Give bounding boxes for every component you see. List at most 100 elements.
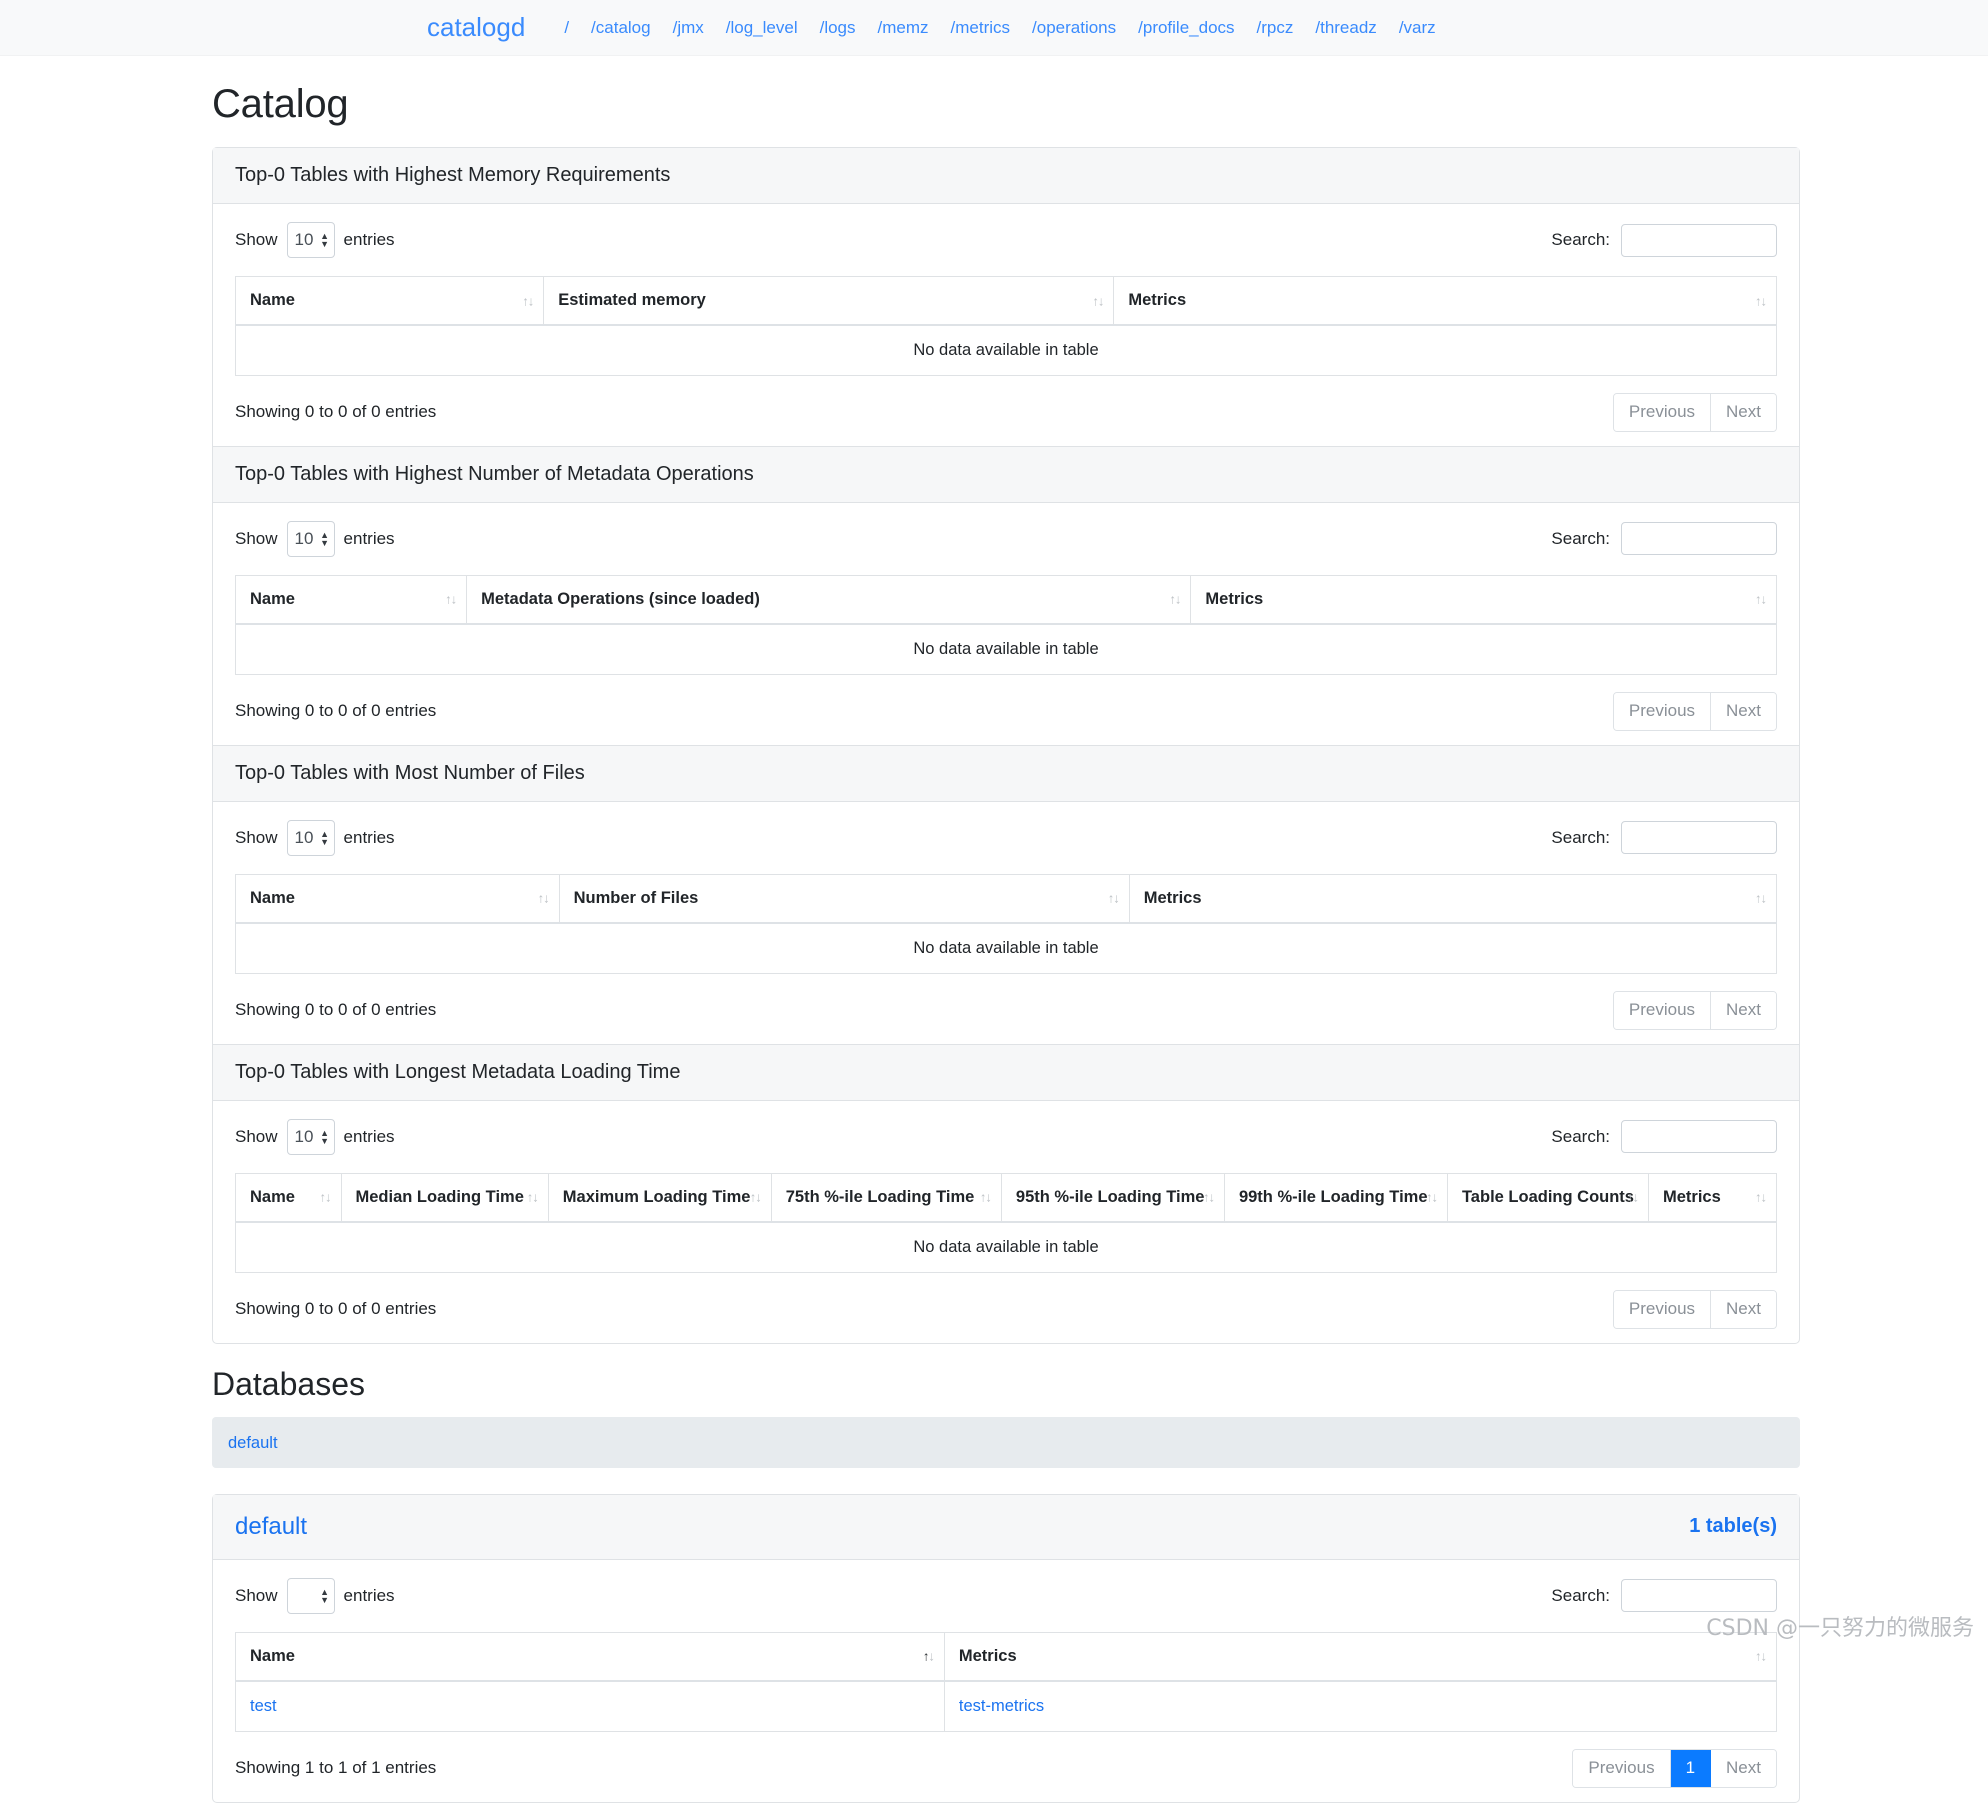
column-header[interactable]: Maximum Loading Time ↑↓ — [548, 1173, 772, 1223]
page-length-select[interactable]: 10 ▲ ▼ — [286, 819, 335, 856]
column-header-label: Name — [250, 589, 295, 608]
card-title: Top-0 Tables with Longest Metadata Loadi… — [235, 1060, 681, 1083]
column-header[interactable]: Table Loading Counts ↑↓ — [1447, 1173, 1649, 1223]
column-header[interactable]: Metrics ↑↓ — [1113, 276, 1777, 326]
search-label: Search: — [1551, 1120, 1777, 1154]
nav-link-memz[interactable]: /memz — [867, 18, 940, 38]
search-label-text: Search: — [1551, 528, 1610, 548]
page-length-value: 10 — [294, 230, 314, 249]
datatable-info: Showing 0 to 0 of 0 entries — [235, 402, 437, 422]
search-input[interactable] — [1621, 223, 1777, 257]
column-header[interactable]: Metrics ↑↓ — [944, 1632, 1777, 1682]
sort-icon[interactable]: ↑↓ — [1203, 1190, 1215, 1205]
sort-icon[interactable]: ↑↓ — [1627, 1190, 1639, 1205]
page-length-value: 10 — [294, 827, 314, 847]
sort-icon[interactable]: ↑↓ — [527, 1190, 539, 1205]
nav-link-operations[interactable]: /operations — [1021, 18, 1127, 38]
table-empty-row: No data available in table — [235, 623, 1777, 675]
sort-icon[interactable]: ↑↓ — [1092, 293, 1104, 308]
search-label-text: Search: — [1551, 1126, 1610, 1146]
column-header[interactable]: 95th %-ile Loading Time ↑↓ — [1001, 1173, 1225, 1223]
column-header[interactable]: Name ↑↓ — [235, 575, 468, 625]
sort-icon[interactable]: ↑↓ — [1426, 1190, 1438, 1205]
pagination-previous[interactable]: Previous — [1613, 394, 1712, 431]
column-header[interactable]: Name ↑↓ — [235, 874, 560, 924]
column-header[interactable]: Metadata Operations (since loaded) ↑↓ — [466, 575, 1192, 625]
pagination-page[interactable]: 1 — [1670, 1749, 1712, 1787]
column-header[interactable]: Metrics ↑↓ — [1190, 575, 1777, 625]
nav-link-catalog[interactable]: /catalog — [580, 18, 662, 38]
nav-link-rpcz[interactable]: /rpcz — [1246, 18, 1305, 38]
sort-icon[interactable]: ↑↓ — [522, 293, 534, 308]
column-header[interactable]: 75th %-ile Loading Time ↑↓ — [771, 1173, 1002, 1223]
sort-icon[interactable]: ↑↓ — [923, 1649, 935, 1664]
search-input[interactable] — [1621, 522, 1777, 556]
sort-icon[interactable]: ↑↓ — [1755, 293, 1767, 308]
page-length-select[interactable]: 10 ▲ ▼ — [286, 1118, 335, 1155]
datatable-info: Showing 1 to 1 of 1 entries — [235, 1758, 437, 1778]
pagination-next[interactable]: Next — [1711, 1749, 1776, 1787]
nav-link-metrics[interactable]: /metrics — [940, 18, 1022, 38]
page-length-select[interactable]: ▲ ▼ — [286, 1577, 335, 1614]
pagination-previous[interactable]: Previous — [1573, 1749, 1671, 1787]
table-count-link[interactable]: 1 table(s) — [1689, 1515, 1777, 1538]
nav-link-threadz[interactable]: /threadz — [1304, 18, 1387, 38]
pagination-next[interactable]: Next — [1711, 1290, 1776, 1328]
entries-label: entries — [343, 528, 395, 548]
nav-link-profile_docs[interactable]: /profile_docs — [1127, 18, 1245, 38]
sort-icon[interactable]: ↑↓ — [320, 1190, 332, 1205]
nav-link-varz[interactable]: /varz — [1388, 18, 1447, 38]
database-name-link[interactable]: default — [235, 1513, 307, 1541]
column-header[interactable]: Number of Files ↑↓ — [559, 874, 1130, 924]
page-length-select[interactable]: 10 ▲ ▼ — [286, 520, 335, 557]
database-link[interactable]: default — [228, 1434, 278, 1452]
column-header[interactable]: 99th %-ile Loading Time ↑↓ — [1224, 1173, 1448, 1223]
column-header[interactable]: Estimated memory ↑↓ — [543, 276, 1115, 326]
column-header[interactable]: Metrics ↑↓ — [1129, 874, 1777, 924]
sort-icon[interactable]: ↑↓ — [750, 1190, 762, 1205]
pagination: Previous Next — [1612, 393, 1777, 432]
sort-icon[interactable]: ↑↓ — [980, 1190, 992, 1205]
sort-icon[interactable]: ↑↓ — [1755, 1190, 1767, 1205]
nav-link-log_level[interactable]: /log_level — [715, 18, 809, 38]
sort-icon[interactable]: ↑↓ — [1755, 1649, 1767, 1664]
search-input[interactable] — [1621, 821, 1777, 855]
database-card-header: default 1 table(s) — [213, 1494, 1799, 1560]
top-tables-list: Top-0 Tables with Highest Memory Require… — [213, 148, 1799, 1343]
column-header[interactable]: Name ↑↓ — [235, 1173, 342, 1223]
pagination-previous[interactable]: Previous — [1613, 991, 1712, 1029]
table-header-row: Name ↑↓ Number of Files ↑↓ Metrics ↑↓ — [235, 874, 1777, 924]
nav-link-[interactable]: / — [553, 18, 580, 38]
show-label: Show — [235, 528, 278, 548]
entries-label: entries — [343, 827, 395, 847]
sort-icon[interactable]: ↑↓ — [1755, 891, 1767, 906]
navbar-brand[interactable]: catalogd — [427, 12, 525, 43]
table-cell-link[interactable]: test-metrics — [959, 1697, 1044, 1715]
sort-icon[interactable]: ↑↓ — [1108, 891, 1120, 906]
card-title: Top-0 Tables with Most Number of Files — [235, 761, 585, 784]
sort-icon[interactable]: ↑↓ — [1169, 592, 1181, 607]
sort-icon[interactable]: ↑↓ — [538, 891, 550, 906]
show-label: Show — [235, 1126, 278, 1146]
pagination-next[interactable]: Next — [1711, 692, 1776, 730]
empty-message: No data available in table — [235, 623, 1777, 675]
search-input[interactable] — [1621, 1120, 1777, 1154]
pagination-next[interactable]: Next — [1711, 991, 1776, 1029]
nav-link-logs[interactable]: /logs — [809, 18, 867, 38]
pagination-previous[interactable]: Previous — [1613, 1290, 1712, 1328]
data-table: Name ↑↓ Metrics ↑↓ test test-metrics — [235, 1631, 1777, 1732]
page-length-select[interactable]: 10 ▲ ▼ — [286, 222, 335, 258]
nav-link-jmx[interactable]: /jmx — [662, 18, 715, 38]
column-header[interactable]: Metrics ↑↓ — [1648, 1173, 1777, 1223]
pagination-previous[interactable]: Previous — [1613, 692, 1712, 730]
sort-icon[interactable]: ↑↓ — [445, 592, 457, 607]
table-cell-link[interactable]: test — [250, 1697, 277, 1715]
column-header-label: Name — [250, 291, 295, 309]
stepper-arrows-icon: ▲ ▼ — [320, 231, 329, 249]
sort-icon[interactable]: ↑↓ — [1755, 592, 1767, 607]
column-header[interactable]: Median Loading Time ↑↓ — [341, 1173, 549, 1223]
column-header[interactable]: Name ↑↓ — [235, 1632, 945, 1682]
column-header[interactable]: Name ↑↓ — [235, 276, 545, 326]
pagination-next[interactable]: Next — [1711, 394, 1776, 431]
search-input[interactable] — [1621, 1579, 1777, 1613]
